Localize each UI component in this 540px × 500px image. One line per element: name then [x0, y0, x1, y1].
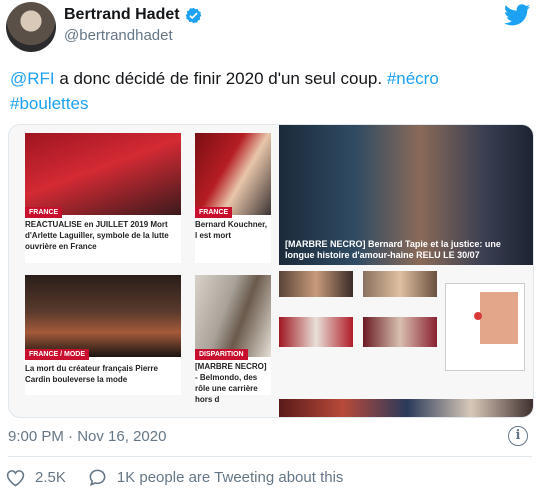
- article-caption: [MARBRE NECRO] Bernard Tapie et la justi…: [285, 239, 501, 260]
- article-photo: [25, 275, 181, 357]
- mention-link[interactable]: @RFI: [10, 69, 55, 88]
- article-caption: La mort du créateur français Pierre Card…: [25, 364, 158, 384]
- heart-icon[interactable]: [6, 469, 25, 487]
- article-caption: Bernard Kouchner, l est mort: [195, 220, 268, 240]
- twitter-bird-icon[interactable]: [504, 4, 530, 26]
- tweet-actions: 2.5K 1K people are Tweeting about this: [6, 468, 343, 487]
- embedded-image[interactable]: FRANCE REACTUALISE en JUILLET 2019 Mort …: [8, 124, 534, 418]
- thumbnail-strip: [279, 399, 533, 417]
- article-card: FRANCE Bernard Kouchner, l est mort: [195, 133, 271, 263]
- article-photo: [25, 133, 181, 215]
- page-preview: [480, 292, 518, 344]
- reply-bubble-icon[interactable]: [88, 468, 107, 487]
- thumbnail: [279, 271, 353, 297]
- article-card: FRANCE REACTUALISE en JUILLET 2019 Mort …: [25, 133, 181, 263]
- tweet-timestamp[interactable]: 9:00 PM · Nov 16, 2020: [8, 428, 166, 445]
- article-photo: [195, 133, 271, 215]
- category-tag: FRANCE: [195, 207, 233, 218]
- hashtag-link[interactable]: #nécro: [387, 69, 439, 88]
- page-marker: [474, 312, 482, 320]
- like-count[interactable]: 2.5K: [35, 469, 66, 486]
- category-tag: FRANCE / MODE: [25, 349, 89, 360]
- tweet-card: Bertrand Hadet @bertrandhadet @RFI a don…: [0, 0, 540, 500]
- article-photo: [195, 275, 271, 357]
- article-card-featured: [MARBRE NECRO] Bernard Tapie et la justi…: [279, 125, 533, 265]
- tweet-text: @RFI a donc décidé de finir 2020 d'un se…: [10, 66, 530, 116]
- author-name[interactable]: Bertrand Hadet: [64, 6, 180, 24]
- article-card: FRANCE / MODE La mort du créateur frança…: [25, 275, 181, 395]
- author-handle[interactable]: @bertrandhadet: [64, 27, 173, 44]
- category-tag: DISPARITION: [195, 349, 248, 360]
- author-name-row: Bertrand Hadet: [64, 6, 202, 24]
- article-caption: [MARBRE NECRO] - Belmondo, des rôle une …: [195, 362, 267, 404]
- article-caption: REACTUALISE en JUILLET 2019 Mort d'Arlet…: [25, 220, 169, 251]
- page-thumbnail: [445, 283, 525, 371]
- verified-badge-icon: [185, 7, 201, 23]
- thumbnail: [279, 317, 353, 347]
- divider: [8, 456, 532, 457]
- avatar[interactable]: [6, 2, 56, 52]
- category-tag: FRANCE: [25, 207, 63, 218]
- thumbnail: [363, 271, 437, 297]
- article-card: DISPARITION [MARBRE NECRO] - Belmondo, d…: [195, 275, 271, 404]
- thumbnail: [363, 317, 437, 347]
- thumbnail-grid: [279, 271, 439, 411]
- hashtag-link[interactable]: #boulettes: [10, 94, 88, 113]
- tweeting-count[interactable]: 1K people are Tweeting about this: [117, 469, 344, 486]
- info-icon[interactable]: i: [508, 426, 528, 446]
- tweet-body: a donc décidé de finir 2020 d'un seul co…: [54, 69, 387, 88]
